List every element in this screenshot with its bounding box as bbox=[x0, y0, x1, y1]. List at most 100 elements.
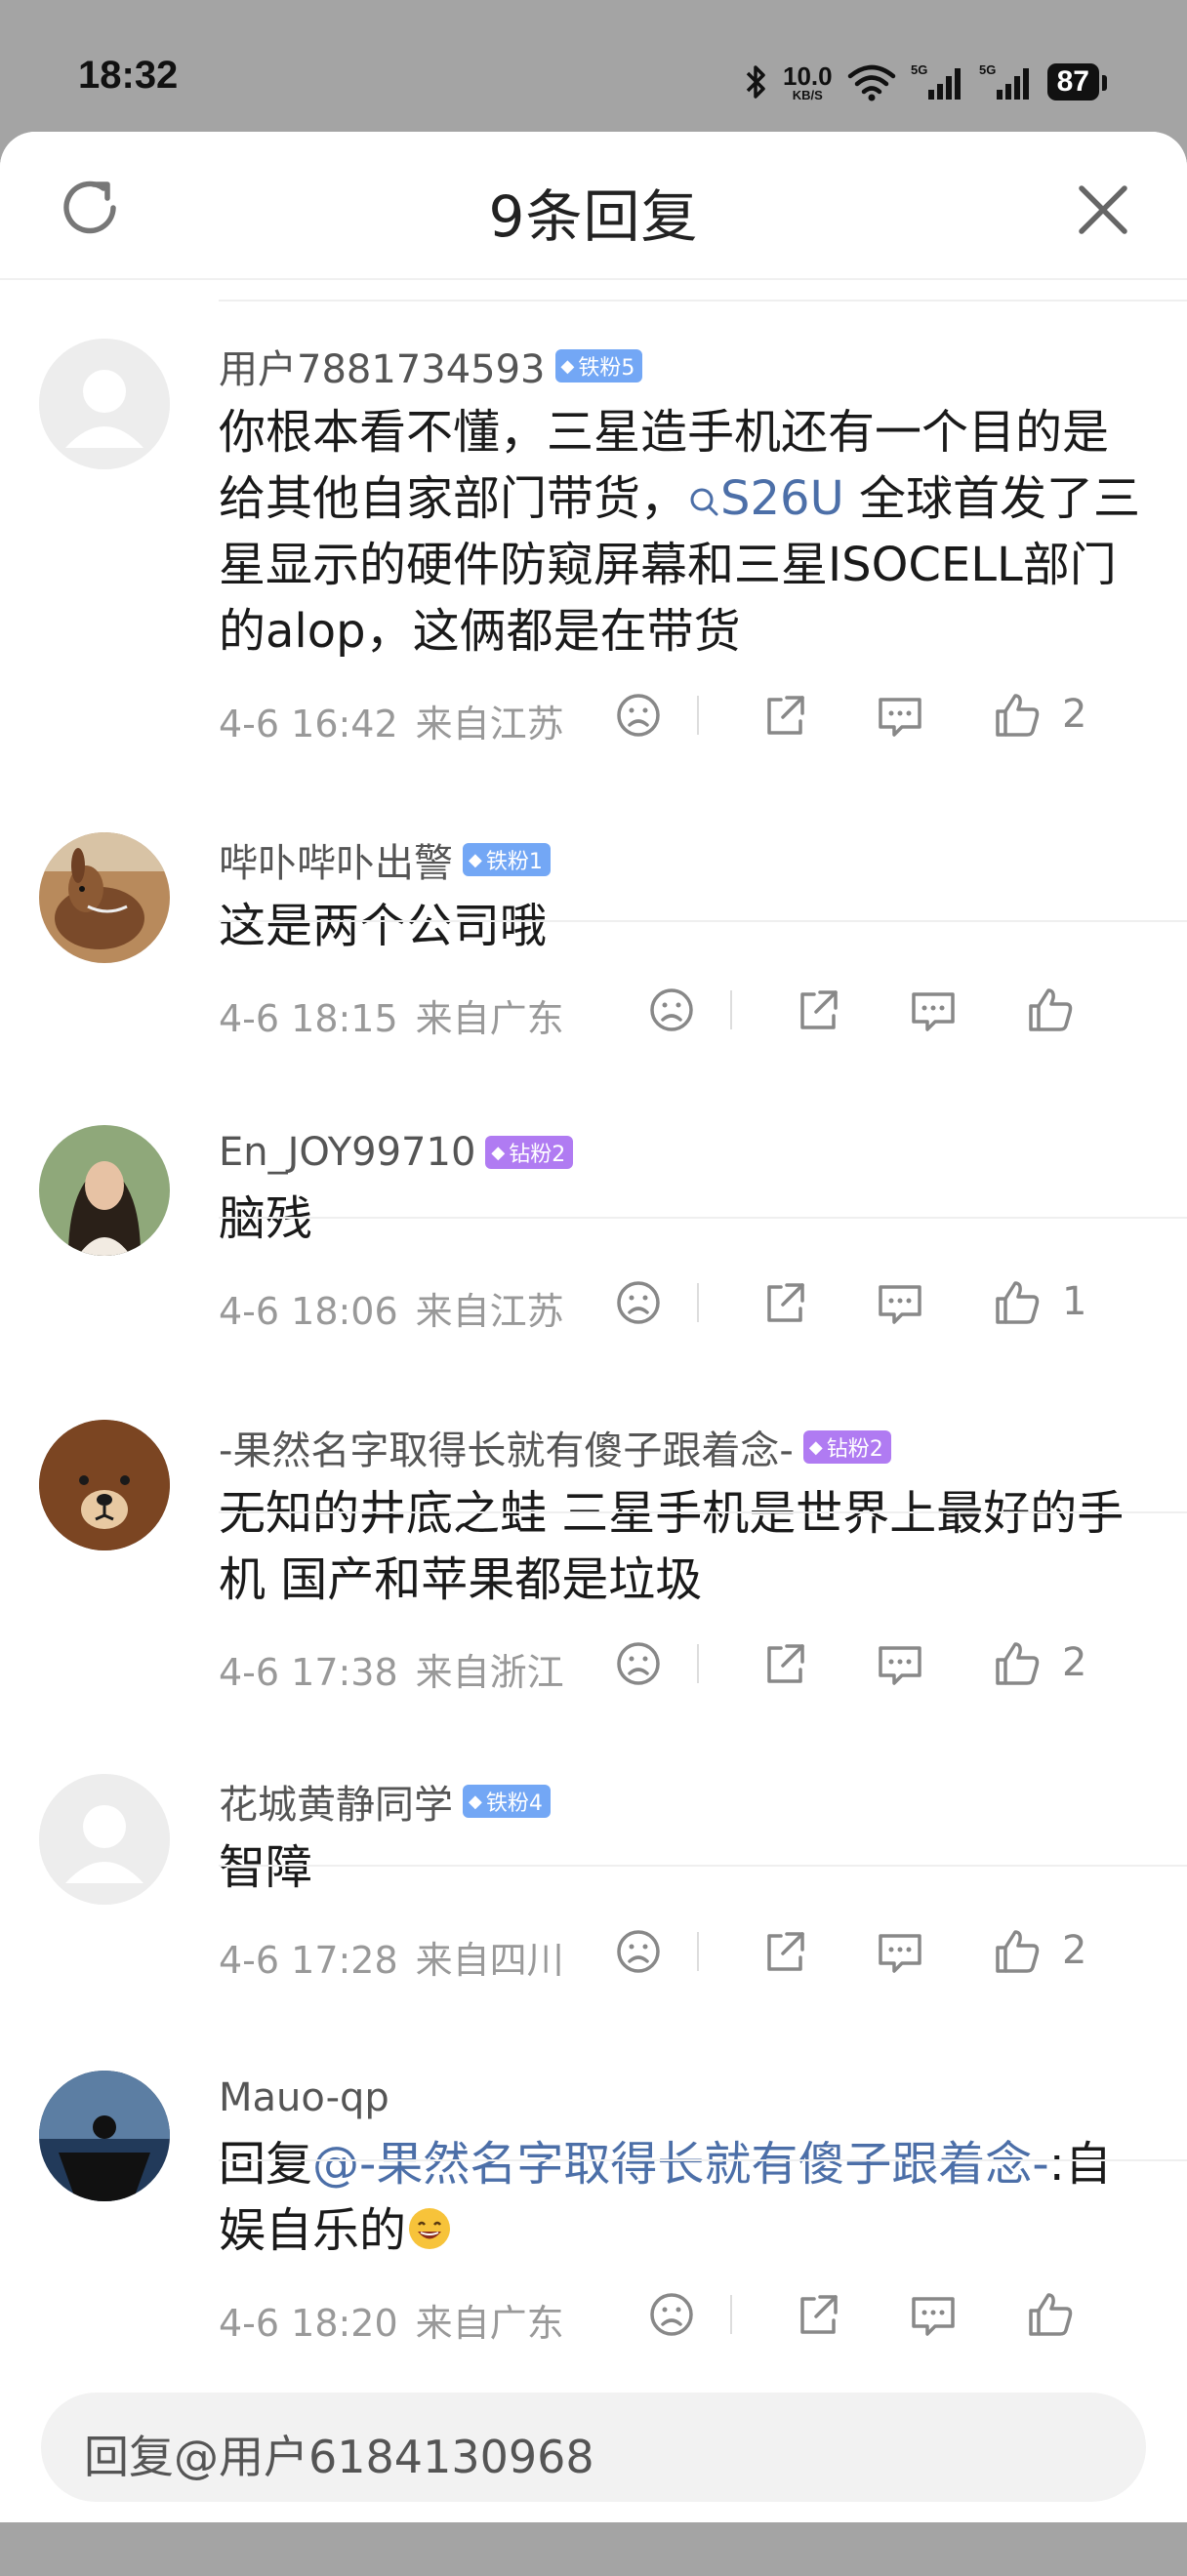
dislike-icon bbox=[617, 1930, 660, 1973]
dislike-button[interactable] bbox=[611, 1924, 666, 1979]
comment-icon bbox=[879, 698, 921, 737]
comment-icon bbox=[879, 1285, 921, 1324]
comment-text: 你根本看不懂，三星造手机还有一个目的是给其他自家部门带货， S26U 全球首发了三… bbox=[219, 399, 1148, 664]
username[interactable]: En_JOY99710 bbox=[219, 1130, 475, 1175]
divider bbox=[219, 1865, 1187, 1867]
location: 来自广东 bbox=[415, 997, 564, 1040]
share-button[interactable] bbox=[791, 2287, 845, 2342]
divider bbox=[219, 2159, 1187, 2161]
time: 4-6 18:06 bbox=[219, 1290, 398, 1333]
username[interactable]: 哔卟哔卟出警 bbox=[219, 831, 453, 888]
comment-body: 花城黄静同学 ◆ 铁粉4 智障 4-6 17:28 来自四川 2 bbox=[219, 1774, 1148, 1989]
username[interactable]: -果然名字取得长就有傻子跟着念- bbox=[219, 1419, 794, 1475]
fan-badge: ◆ 钻粉2 bbox=[802, 1430, 891, 1464]
reply-input[interactable]: 回复@用户6184130968 bbox=[41, 2393, 1146, 2502]
fan-badge: ◆ 铁粉1 bbox=[463, 843, 551, 876]
replies-sheet: 9条回复 用户7881734593 ◆ 铁粉5 你根本看不懂，三星造手机还有一个目… bbox=[0, 132, 1187, 2576]
dislike-button[interactable] bbox=[611, 1636, 666, 1691]
action-separator bbox=[697, 696, 699, 735]
comment-body: Mauo-qp 回复@-果然名字取得长就有傻子跟着念-:自娱自乐的 4-6 18… bbox=[219, 2071, 1148, 2352]
comment-timestamp: 4-6 18:20 来自广东 bbox=[219, 2293, 564, 2347]
username[interactable]: 花城黄静同学 bbox=[219, 1773, 453, 1830]
comment-button[interactable] bbox=[906, 983, 961, 1037]
comment-meta: 4-6 17:38 来自浙江 2 bbox=[219, 1623, 1148, 1701]
share-button[interactable] bbox=[757, 1636, 812, 1691]
comment-meta: 4-6 18:15 来自广东 bbox=[219, 969, 1148, 1047]
comment-icon bbox=[879, 1934, 921, 1973]
username[interactable]: Mauo-qp bbox=[219, 2075, 389, 2120]
battery-indicator: 87 bbox=[1046, 63, 1108, 101]
status-icons: 10.0 KB/S 5G 5G 87 bbox=[744, 53, 1108, 111]
portrait-avatar-icon bbox=[39, 1125, 170, 1256]
gem-icon: ◆ bbox=[469, 1791, 482, 1812]
comment-text: 回复@-果然名字取得长就有傻子跟着念-:自娱自乐的 bbox=[219, 2131, 1148, 2264]
name-row: En_JOY99710 ◆ 钻粉2 bbox=[219, 1125, 1148, 1180]
like-button[interactable] bbox=[1023, 2287, 1078, 2342]
like-button[interactable] bbox=[990, 1636, 1044, 1691]
dislike-icon bbox=[650, 2293, 693, 2336]
location: 来自浙江 bbox=[415, 1651, 564, 1694]
fan-badge: ◆ 铁粉5 bbox=[554, 349, 643, 382]
username[interactable]: 用户7881734593 bbox=[219, 338, 546, 394]
dislike-button[interactable] bbox=[611, 1275, 666, 1330]
action-separator bbox=[697, 1644, 699, 1683]
comment-button[interactable] bbox=[873, 688, 927, 743]
name-row: 花城黄静同学 ◆ 铁粉4 bbox=[219, 1774, 1148, 1829]
net-speed-unit: KB/S bbox=[792, 87, 823, 102]
share-button[interactable] bbox=[757, 688, 812, 743]
like-icon bbox=[996, 1281, 1040, 1324]
dislike-button[interactable] bbox=[644, 983, 699, 1037]
dislike-button[interactable] bbox=[611, 688, 666, 743]
reply-placeholder: 回复@用户6184130968 bbox=[84, 2431, 594, 2483]
action-separator bbox=[730, 2295, 732, 2334]
like-button[interactable] bbox=[1023, 983, 1078, 1037]
like-button[interactable] bbox=[990, 1924, 1044, 1979]
avatar[interactable] bbox=[39, 2071, 170, 2201]
avatar[interactable] bbox=[39, 1125, 170, 1256]
like-count: 1 bbox=[1062, 1279, 1087, 1324]
share-button[interactable] bbox=[791, 983, 845, 1037]
like-icon bbox=[996, 1642, 1040, 1685]
close-button[interactable] bbox=[1068, 175, 1138, 245]
share-button[interactable] bbox=[757, 1275, 812, 1330]
comment-button[interactable] bbox=[873, 1924, 927, 1979]
share-icon bbox=[800, 990, 838, 1029]
share-icon bbox=[800, 2295, 838, 2334]
signal-5g-icon: 5G bbox=[911, 62, 961, 100]
comment-meta: 4-6 18:06 来自江苏 1 bbox=[219, 1262, 1148, 1340]
comment-timestamp: 4-6 18:15 来自广东 bbox=[219, 988, 564, 1042]
divider bbox=[219, 1217, 1187, 1219]
avatar[interactable] bbox=[39, 339, 170, 469]
share-button[interactable] bbox=[757, 1924, 812, 1979]
time: 4-6 17:38 bbox=[219, 1651, 398, 1694]
avatar[interactable] bbox=[39, 832, 170, 963]
fan-badge: ◆ 钻粉2 bbox=[485, 1136, 574, 1169]
comment-timestamp: 4-6 17:38 来自浙江 bbox=[219, 1642, 564, 1696]
like-button[interactable] bbox=[990, 688, 1044, 743]
comment-button[interactable] bbox=[873, 1636, 927, 1691]
like-button[interactable] bbox=[990, 1275, 1044, 1330]
comment-button[interactable] bbox=[906, 2287, 961, 2342]
badge-label: 钻粉2 bbox=[826, 1437, 883, 1462]
laughing-emoji-icon bbox=[409, 2208, 451, 2249]
topic-link-text: S26U bbox=[720, 471, 844, 526]
comment-actions: 2 bbox=[601, 1632, 1148, 1691]
time: 4-6 16:42 bbox=[219, 703, 398, 745]
avatar[interactable] bbox=[39, 1420, 170, 1550]
gem-icon: ◆ bbox=[491, 1142, 506, 1163]
avatar[interactable] bbox=[39, 1774, 170, 1905]
search-icon bbox=[690, 488, 718, 516]
topic-link[interactable]: S26U bbox=[687, 471, 844, 526]
mention-link[interactable]: @-果然名字取得长就有傻子跟着念- bbox=[312, 2137, 1049, 2192]
fan-badge: ◆ 铁粉4 bbox=[463, 1785, 551, 1818]
signal-5g-icon: 5G bbox=[979, 62, 1029, 100]
location: 来自江苏 bbox=[415, 703, 564, 745]
time: 4-6 18:20 bbox=[219, 2302, 398, 2345]
dislike-button[interactable] bbox=[644, 2287, 699, 2342]
comment-timestamp: 4-6 18:06 来自江苏 bbox=[219, 1281, 564, 1335]
comment-actions bbox=[601, 2283, 1148, 2342]
divider bbox=[219, 920, 1187, 922]
badge-label: 铁粉1 bbox=[485, 850, 543, 874]
comment-body: 哔卟哔卟出警 ◆ 铁粉1 这是两个公司哦 4-6 18:15 来自广东 bbox=[219, 832, 1148, 1047]
comment-button[interactable] bbox=[873, 1275, 927, 1330]
